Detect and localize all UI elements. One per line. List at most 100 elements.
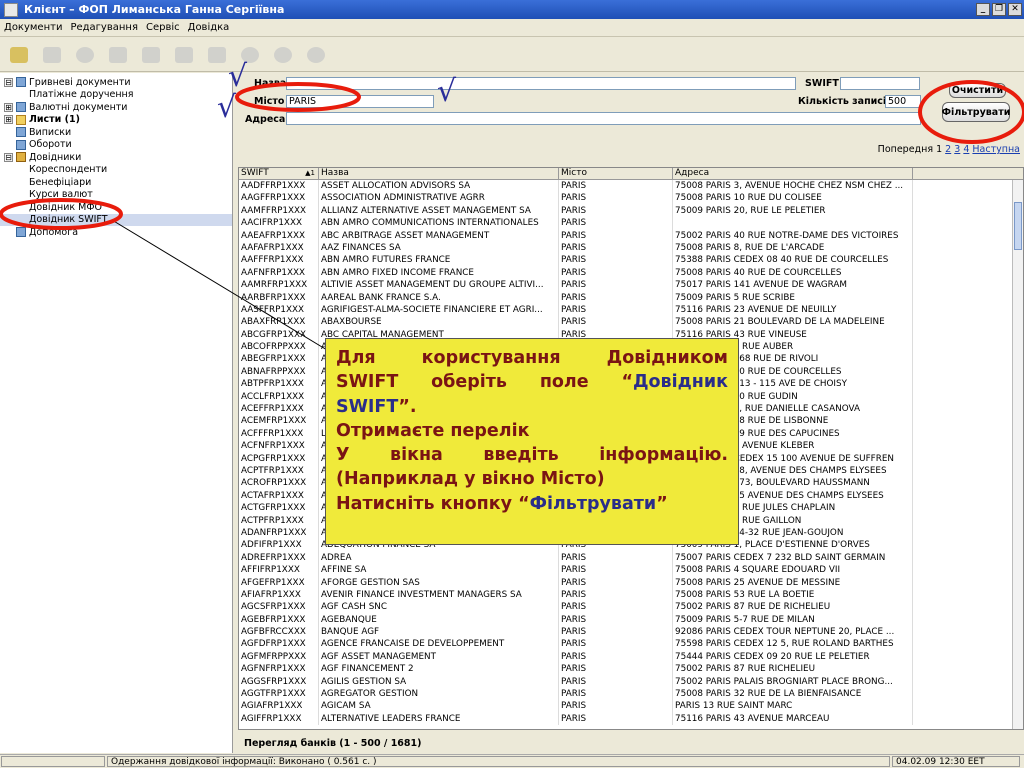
pager-next[interactable]: Наступна <box>972 144 1020 155</box>
pager-page-4[interactable]: 4 <box>963 144 969 155</box>
tree-item[interactable]: Довідник МФО <box>0 201 232 214</box>
collapse-icon[interactable]: ⊟ <box>4 77 13 87</box>
cell-name: AGF CASH SNC <box>319 601 559 614</box>
table-row[interactable]: AGIAFRP1XXX AGICAM SA PARIS PARIS 13 RUE SA… <box>239 700 1023 713</box>
cell-address: 75002 PARIS 87 RUE DE RICHELIEU <box>673 601 913 614</box>
tree-item-label: Курси валют <box>29 189 93 201</box>
table-row[interactable]: ABAXFRP1XXX ABAXBOURSE PARIS 75008 PARIS 21… <box>239 316 1023 329</box>
column-header-city[interactable]: Місто <box>559 168 673 179</box>
menu-edit[interactable]: Редагування <box>66 22 142 33</box>
tree-item[interactable]: Кореспонденти <box>0 164 232 177</box>
sign-icon[interactable] <box>140 44 162 66</box>
table-row[interactable]: AGFBFRCCXXX BANQUE AGF PARIS 92086 PARIS CE… <box>239 626 1023 639</box>
table-row[interactable]: AGFNFRP1XXX AGF FINANCEMENT 2 PARIS 75002 P… <box>239 663 1023 676</box>
tree-item[interactable]: Курси валют <box>0 189 232 202</box>
tree-item[interactable]: Обороти <box>0 139 232 152</box>
forward-icon[interactable] <box>305 44 327 66</box>
cell-name: ALLIANZ ALTERNATIVE ASSET MANAGEMENT SA <box>319 204 559 218</box>
cell-swift: ACROFRP1XXX <box>239 477 319 490</box>
pager-prev[interactable]: Попередня <box>878 144 933 155</box>
table-row[interactable]: AAGFFRP1XXX ASSOCIATION ADMINISTRATIVE AG… <box>239 192 1023 205</box>
doc-icon <box>16 77 26 88</box>
menu-help[interactable]: Довідка <box>184 22 234 33</box>
restore-button[interactable]: ❐ <box>992 3 1006 16</box>
address-field[interactable] <box>286 112 921 125</box>
table-row[interactable]: AASFFRP1XXX AGRIFIGEST-ALMA-SOCIETE FINAN… <box>239 303 1023 317</box>
doc-edit-icon[interactable] <box>173 44 195 66</box>
filter-button[interactable]: Фільтрувати <box>942 102 1010 122</box>
tree-item[interactable]: Допомога <box>0 226 232 239</box>
table-row[interactable]: AGCSFRP1XXX AGF CASH SNC PARIS 75002 PARIS … <box>239 601 1023 614</box>
window-titlebar: Клієнт – ФОП Лиманська Ганна Сергіївна _… <box>0 0 1024 19</box>
column-header-address[interactable]: Адреса <box>673 168 913 179</box>
vertical-scrollbar[interactable] <box>1012 180 1023 729</box>
count-field[interactable]: 500 <box>885 95 921 108</box>
refresh-icon[interactable] <box>74 44 96 66</box>
tree-item[interactable]: ⊟ Довідники <box>0 151 232 164</box>
menu-service[interactable]: Сервіс <box>142 22 184 33</box>
print-icon[interactable] <box>206 44 228 66</box>
pager-page-3[interactable]: 3 <box>954 144 960 155</box>
city-field[interactable]: PARIS <box>286 95 434 108</box>
table-row[interactable]: AAMRFRP1XXX ALTIVIE ASSET MANAGEMENT DU G… <box>239 279 1023 292</box>
table-row[interactable]: AGEBFRP1XXX AGEBANQUE PARIS 75009 PARIS 5-7… <box>239 613 1023 627</box>
delete-icon[interactable] <box>107 44 129 66</box>
table-row[interactable]: AGFMFRPPXXX AGF ASSET MANAGEMENT PARIS 7544… <box>239 650 1023 664</box>
name-field[interactable] <box>286 77 796 90</box>
tree-item[interactable]: ⊞ Листи (1) <box>0 114 232 127</box>
pager-page-2[interactable]: 2 <box>945 144 951 155</box>
table-row[interactable]: AGGTFRP1XXX AGREGATOR GESTION PARIS 75008 P… <box>239 688 1023 701</box>
tree-item[interactable]: Довідник SWIFT <box>0 213 232 226</box>
table-row[interactable]: AFFIFRP1XXX AFFINE SA PARIS 75008 PARIS 4 S… <box>239 564 1023 577</box>
edit-icon[interactable] <box>8 44 30 66</box>
cell-swift: AGFNFRP1XXX <box>239 663 319 676</box>
table-row[interactable]: AAFNFRP1XXX ABN AMRO FIXED INCOME FRANCE P… <box>239 266 1023 280</box>
cell-swift: AGGSFRP1XXX <box>239 675 319 689</box>
cell-name: ASSOCIATION ADMINISTRATIVE AGRR <box>319 192 559 205</box>
cell-city: PARIS <box>559 588 673 602</box>
document-icon[interactable] <box>41 44 63 66</box>
minimize-button[interactable]: _ <box>976 3 990 16</box>
cell-swift: AAEAFRP1XXX <box>239 229 319 242</box>
back-icon[interactable] <box>272 44 294 66</box>
table-row[interactable]: AAMFFRP1XXX ALLIANZ ALTERNATIVE ASSET MAN… <box>239 204 1023 218</box>
table-row[interactable]: AAFAFRP1XXX AAZ FINANCES SA PARIS 75008 PAR… <box>239 241 1023 255</box>
tree-item[interactable]: ⊟ Гривневі документи <box>0 76 232 89</box>
tree-item[interactable]: Виписки <box>0 126 232 139</box>
tree-item[interactable]: Платіжне доручення <box>0 89 232 102</box>
table-row[interactable]: AACIFRP1XXX ABN AMRO COMMUNICATIONS INTER… <box>239 217 1023 230</box>
tree-item[interactable]: ⊞ Валютні документи <box>0 101 232 114</box>
cell-address: 75008 PARIS 53 RUE LA BOETIE <box>673 588 913 602</box>
cell-swift: AAMFFRP1XXX <box>239 204 319 218</box>
cell-swift: AAFNFRP1XXX <box>239 266 319 280</box>
cell-swift: AARBFRP1XXX <box>239 291 319 304</box>
table-row[interactable]: ADREFRP1XXX ADREA PARIS 75007 PARIS CEDEX 7… <box>239 551 1023 565</box>
menu-documents[interactable]: Документи <box>0 22 66 33</box>
table-row[interactable]: AFGEFRP1XXX AFORGE GESTION SAS PARIS 75008 … <box>239 576 1023 589</box>
expand-icon[interactable]: ⊞ <box>4 102 13 112</box>
clear-button[interactable]: Очистити <box>949 83 1006 98</box>
table-row[interactable]: AGGSFRP1XXX AGILIS GESTION SA PARIS 75002 P… <box>239 675 1023 689</box>
table-row[interactable]: AGFDFRP1XXX AGENCE FRANCAISE DE DEVELOPPE… <box>239 638 1023 651</box>
close-button[interactable]: ✕ <box>1008 3 1022 16</box>
column-header-swift[interactable]: SWIFT ▲1 <box>239 168 319 179</box>
cell-address: PARIS 13 RUE SAINT MARC <box>673 700 913 713</box>
collapse-icon[interactable]: ⊟ <box>4 152 13 162</box>
table-footer: Перегляд банків (1 - 500 / 1681) <box>244 737 422 749</box>
column-header-name[interactable]: Назва <box>319 168 559 179</box>
app-icon <box>4 2 18 17</box>
scrollbar-thumb[interactable] <box>1014 202 1022 250</box>
search-icon[interactable] <box>239 44 261 66</box>
cell-address: 75009 PARIS 20, RUE LE PELETIER <box>673 204 913 218</box>
expand-icon[interactable]: ⊞ <box>4 115 13 125</box>
table-row[interactable]: AGIFFRP1XXX ALTERNATIVE LEADERS FRANCE PAR… <box>239 712 1023 726</box>
table-row[interactable]: AAFFFRP1XXX ABN AMRO FUTURES FRANCE PARIS 7… <box>239 254 1023 267</box>
table-row[interactable]: AARBFRP1XXX AAREAL BANK FRANCE S.A. PARIS 7… <box>239 291 1023 304</box>
table-row[interactable]: AFIAFRP1XXX AVENIR FINANCE INVESTMENT MAN… <box>239 588 1023 602</box>
table-row[interactable]: AADFFRP1XXX ASSET ALLOCATION ADVISORS SA P… <box>239 180 1023 193</box>
tree-item[interactable]: Бенефіціари <box>0 176 232 189</box>
toolbar <box>0 38 1024 72</box>
table-row[interactable]: AAEAFRP1XXX ABC ARBITRAGE ASSET MANAGEMEN… <box>239 229 1023 242</box>
cell-city: PARIS <box>559 613 673 627</box>
swift-field[interactable] <box>840 77 920 90</box>
